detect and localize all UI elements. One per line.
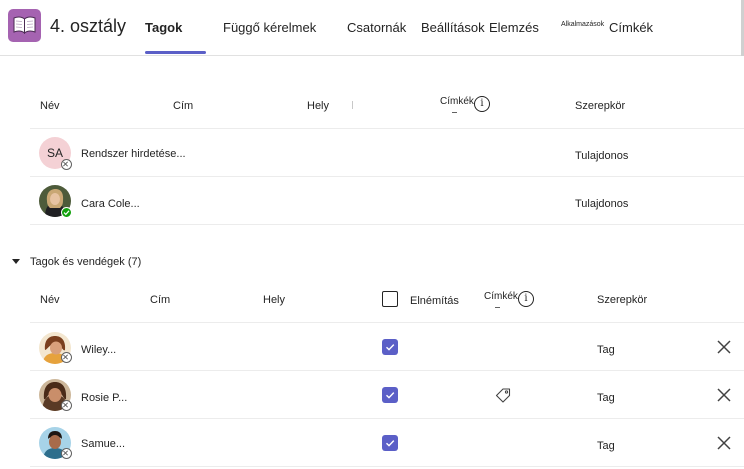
- row-divider: [30, 176, 744, 177]
- member-role[interactable]: Tag: [597, 392, 615, 404]
- members-col-name[interactable]: Név: [40, 294, 60, 306]
- owners-col-title[interactable]: Cím: [173, 100, 193, 112]
- offline-status-icon: [61, 448, 72, 459]
- owners-col-role[interactable]: Szerepkör: [575, 100, 625, 112]
- members-section-title[interactable]: Tagok és vendégek (7): [30, 256, 141, 268]
- member-name[interactable]: Samue...: [81, 438, 125, 450]
- row-divider: [30, 370, 744, 371]
- tab-tags[interactable]: Címkék: [609, 20, 653, 35]
- sort-indicator: [452, 112, 457, 113]
- tab-channels[interactable]: Csatornák: [347, 20, 406, 35]
- member-role[interactable]: Tag: [597, 344, 615, 356]
- members-col-mute[interactable]: Elnémítás: [410, 295, 459, 307]
- book-icon: [13, 16, 36, 34]
- member-name[interactable]: Cara Cole...: [81, 198, 140, 210]
- remove-member-icon[interactable]: [716, 435, 732, 451]
- info-icon[interactable]: i: [474, 96, 490, 112]
- members-col-role[interactable]: Szerepkör: [597, 294, 647, 306]
- tab-settings[interactable]: Beállítások: [421, 20, 485, 35]
- owners-col-tags[interactable]: Címkék: [440, 96, 474, 107]
- column-resize-handle[interactable]: [352, 101, 353, 109]
- tab-pending-requests[interactable]: Függő kérelmek: [223, 20, 316, 35]
- row-divider: [30, 418, 744, 419]
- active-tab-indicator: [145, 51, 206, 54]
- tab-members[interactable]: Tagok: [145, 20, 182, 35]
- row-divider: [30, 466, 744, 467]
- available-status-icon: [61, 207, 72, 218]
- remove-member-icon[interactable]: [716, 387, 732, 403]
- select-all-checkbox[interactable]: [382, 291, 398, 307]
- row-divider: [30, 322, 744, 323]
- mute-checkbox[interactable]: [382, 387, 398, 403]
- sort-indicator: [495, 307, 500, 308]
- row-divider: [30, 128, 744, 129]
- team-avatar[interactable]: [8, 9, 41, 42]
- offline-status-icon: [61, 352, 72, 363]
- tag-icon[interactable]: [494, 386, 512, 404]
- team-name: 4. osztály: [50, 16, 127, 36]
- tab-analytics[interactable]: Elemzés: [489, 20, 539, 35]
- member-role[interactable]: Tag: [597, 440, 615, 452]
- mute-checkbox[interactable]: [382, 435, 398, 451]
- member-role[interactable]: Tulajdonos: [575, 150, 628, 162]
- member-role[interactable]: Tulajdonos: [575, 198, 628, 210]
- owners-col-name[interactable]: Név: [40, 100, 60, 112]
- members-col-location[interactable]: Hely: [263, 294, 285, 306]
- info-icon[interactable]: i: [518, 291, 534, 307]
- offline-status-icon: [61, 159, 72, 170]
- owners-col-location[interactable]: Hely: [307, 100, 329, 112]
- team-header: 4. osztály Tagok Függő kérelmek Csatorná…: [0, 0, 744, 56]
- mute-checkbox[interactable]: [382, 339, 398, 355]
- member-name[interactable]: Wiley...: [81, 344, 116, 356]
- tab-apps[interactable]: Alkalmazások: [561, 21, 604, 28]
- member-name[interactable]: Rosie P...: [81, 392, 127, 404]
- collapse-caret-icon[interactable]: [12, 259, 20, 264]
- members-col-tags[interactable]: Címkék: [484, 291, 518, 302]
- members-col-title[interactable]: Cím: [150, 294, 170, 306]
- remove-member-icon[interactable]: [716, 339, 732, 355]
- offline-status-icon: [61, 400, 72, 411]
- row-divider: [30, 224, 744, 225]
- member-name[interactable]: Rendszer hirdetése...: [81, 148, 186, 160]
